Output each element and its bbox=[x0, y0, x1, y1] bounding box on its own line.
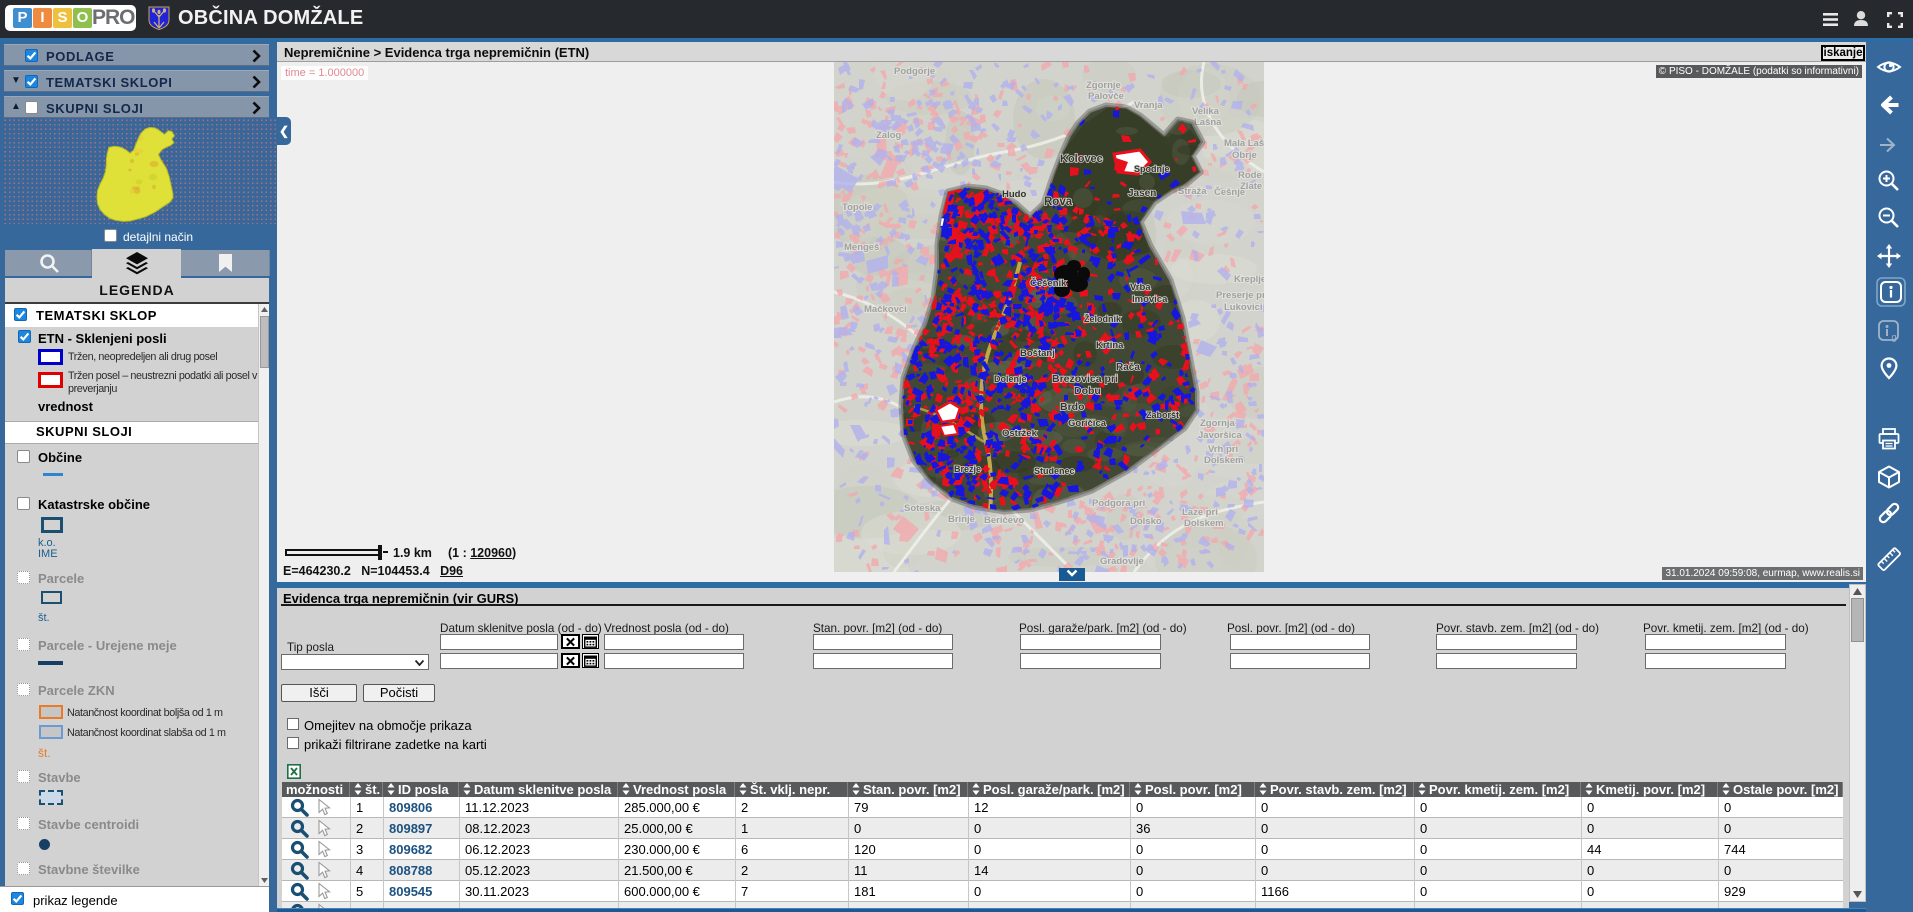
svg-text:Dobu: Dobu bbox=[1074, 385, 1101, 397]
svg-text:Boštanj: Boštanj bbox=[1020, 348, 1055, 359]
svg-text:Dolskem: Dolskem bbox=[1184, 518, 1224, 529]
svg-text:Mengeš: Mengeš bbox=[844, 242, 879, 253]
svg-text:Vranja: Vranja bbox=[1134, 100, 1163, 111]
svg-text:Spodnje: Spodnje bbox=[1134, 164, 1170, 174]
svg-text:Krtina: Krtina bbox=[1096, 340, 1124, 351]
svg-text:Brezje: Brezje bbox=[954, 464, 981, 474]
svg-text:Obrje: Obrje bbox=[1232, 150, 1257, 161]
svg-text:Topole: Topole bbox=[842, 202, 872, 213]
svg-text:Palovče: Palovče bbox=[1088, 91, 1124, 102]
svg-text:Preserje pri: Preserje pri bbox=[1216, 290, 1264, 301]
svg-text:Zgornja: Zgornja bbox=[1200, 418, 1236, 429]
svg-text:Češnje: Češnje bbox=[1214, 186, 1245, 198]
svg-text:Rova: Rova bbox=[1044, 196, 1073, 208]
svg-text:Zaboršt: Zaboršt bbox=[1146, 410, 1179, 420]
svg-text:Vrba: Vrba bbox=[1130, 282, 1151, 293]
svg-text:Dolsko: Dolsko bbox=[1130, 516, 1162, 527]
svg-text:Lašna: Lašna bbox=[1194, 117, 1222, 128]
svg-text:Brezovica pri: Brezovica pri bbox=[1052, 373, 1118, 385]
svg-text:Rača: Rača bbox=[1116, 362, 1140, 373]
svg-text:Mala Lašna: Mala Lašna bbox=[1224, 138, 1264, 149]
svg-text:Želodnik: Želodnik bbox=[1084, 313, 1122, 324]
svg-text:Soteska: Soteska bbox=[904, 503, 941, 514]
svg-text:Mačkovci: Mačkovci bbox=[864, 304, 907, 315]
svg-text:Ostržek: Ostržek bbox=[1002, 428, 1038, 439]
svg-text:1.9 km: 1.9 km bbox=[393, 546, 432, 560]
svg-text:Podgora pri: Podgora pri bbox=[1092, 498, 1145, 509]
svg-text:Studenec: Studenec bbox=[1034, 466, 1075, 476]
svg-text:Javoršica: Javoršica bbox=[1198, 430, 1243, 441]
svg-text:Velika: Velika bbox=[1192, 106, 1220, 117]
svg-text:Kolovec: Kolovec bbox=[1060, 153, 1103, 165]
svg-text:Dolskem: Dolskem bbox=[1204, 455, 1244, 466]
svg-text:g: g bbox=[1892, 332, 1897, 342]
svg-text:Podgorje: Podgorje bbox=[894, 66, 935, 77]
svg-text:Jasen: Jasen bbox=[1128, 188, 1156, 199]
svg-text:Kreplje: Kreplje bbox=[1234, 274, 1264, 285]
svg-text:Gradovlje: Gradovlje bbox=[1100, 556, 1144, 567]
svg-text:Hudo: Hudo bbox=[1002, 189, 1026, 200]
svg-text:Vrh pri: Vrh pri bbox=[1208, 444, 1238, 455]
svg-text:Brdo: Brdo bbox=[1060, 401, 1085, 413]
svg-text:Zgornje: Zgornje bbox=[1086, 80, 1121, 91]
svg-text:Češenik: Češenik bbox=[1030, 277, 1067, 289]
svg-text:Laze pri: Laze pri bbox=[1182, 507, 1218, 518]
svg-text:Dolenje: Dolenje bbox=[994, 374, 1027, 384]
svg-text:Brinje: Brinje bbox=[948, 514, 975, 525]
svg-text:Rode: Rode bbox=[1238, 170, 1262, 181]
svg-text:Imovica: Imovica bbox=[1132, 294, 1168, 305]
svg-text:Lukovici: Lukovici bbox=[1224, 302, 1263, 313]
svg-text:Beričevo: Beričevo bbox=[984, 515, 1024, 526]
svg-text:Zalog: Zalog bbox=[876, 130, 902, 141]
svg-text:Goričica: Goričica bbox=[1068, 418, 1107, 429]
